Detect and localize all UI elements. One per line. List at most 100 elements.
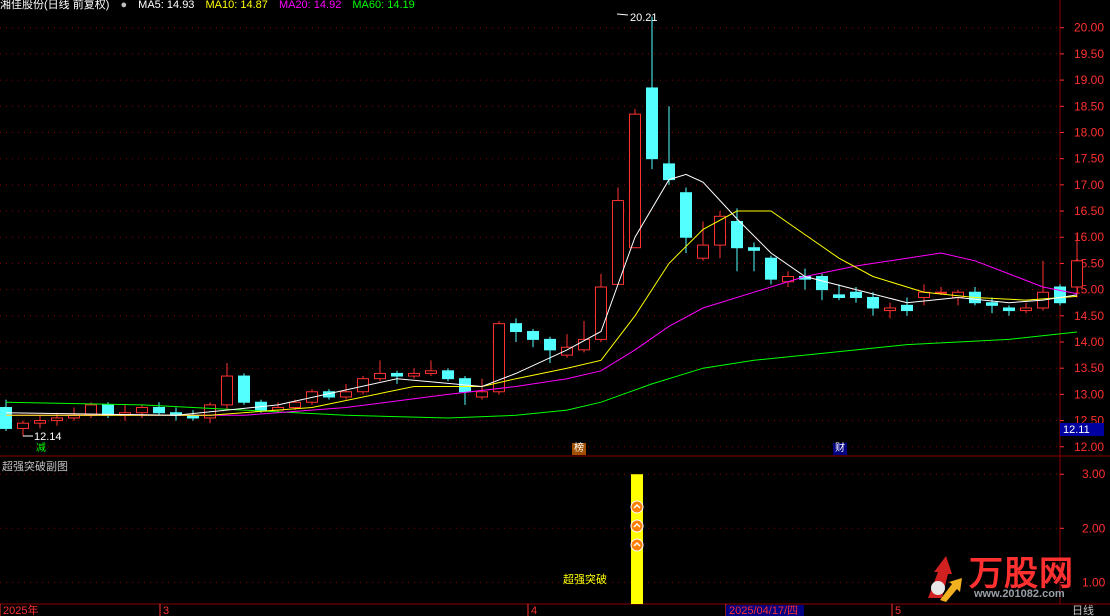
candle[interactable] (765, 255, 777, 285)
x-tick-label: 5 (895, 605, 901, 616)
candle[interactable] (459, 376, 471, 405)
high-label: 20.21 (630, 12, 658, 24)
stock-chart[interactable]: 20.00 19.50 19.00 18.50 18.00 17.50 17.00 16.50… (0, 0, 1110, 616)
candle-body (646, 87, 658, 160)
candle[interactable] (731, 208, 743, 272)
candle[interactable] (578, 321, 590, 353)
candle[interactable] (374, 360, 386, 382)
candle[interactable] (425, 360, 437, 377)
candle[interactable] (238, 373, 250, 405)
candle-body (238, 375, 250, 403)
candle[interactable] (391, 370, 403, 384)
candle[interactable] (476, 378, 488, 400)
candle[interactable] (51, 412, 63, 426)
candle-body (221, 375, 233, 406)
candle-body (34, 420, 46, 424)
candle[interactable] (816, 273, 828, 301)
x-tick-label: 4 (531, 605, 537, 616)
signal-label: 超强突破 (563, 572, 607, 586)
candle[interactable] (510, 318, 522, 342)
price-tick-label: 17.50 (1074, 152, 1104, 166)
arrow-logo-icon (922, 550, 966, 604)
signal-up-icon (630, 500, 644, 514)
x-tick-label: 2025年 (3, 603, 38, 616)
candle[interactable] (34, 415, 46, 429)
candle[interactable] (1003, 305, 1015, 316)
candle[interactable] (782, 271, 794, 287)
price-tick-label: 16.00 (1074, 230, 1104, 244)
ma20-line (6, 252, 1078, 416)
candle-body (697, 244, 709, 259)
sub-tick-label: 3.00 (1082, 467, 1106, 481)
candle[interactable] (1054, 284, 1066, 306)
price-tick-label: 13.50 (1074, 361, 1104, 375)
watermark-url: www.201082.com (974, 588, 1065, 600)
candle-body (663, 163, 675, 181)
high-arrow (616, 13, 629, 16)
candle-body (442, 370, 454, 380)
candle[interactable] (119, 404, 131, 421)
candle-body (17, 422, 29, 429)
candle[interactable] (986, 297, 998, 314)
signal-up-icon (630, 538, 644, 552)
price-tick-label: 13.00 (1074, 387, 1104, 401)
marker-cai[interactable]: 财 (833, 443, 847, 455)
marker-jian[interactable]: 减 (34, 443, 48, 455)
candle-body (289, 401, 301, 408)
marker-bang[interactable]: 榜 (572, 443, 586, 455)
candle-body (510, 323, 522, 333)
candle[interactable] (748, 242, 760, 272)
sub-panel-title: 超强突破副图 (2, 461, 68, 473)
signal-up-icon (630, 519, 644, 533)
candle-body (476, 391, 488, 398)
candle[interactable] (646, 16, 658, 170)
candle[interactable] (408, 368, 420, 379)
candle[interactable] (799, 268, 811, 290)
x-tick-label: 2025/04/17/四 (729, 605, 798, 616)
candle-body (0, 406, 12, 429)
ma5-line (5, 173, 1078, 416)
candle-body (748, 247, 760, 251)
candle-body (816, 276, 828, 291)
candle-body (425, 370, 437, 374)
candle-body (884, 307, 896, 312)
moving-averages (5, 173, 1078, 419)
chart-frame (0, 0, 1110, 605)
low-label: 12.14 (34, 431, 62, 443)
candle[interactable] (153, 402, 165, 416)
candle-body (629, 113, 641, 249)
price-tick-label: 20.00 (1074, 21, 1104, 35)
candle[interactable] (442, 368, 454, 382)
candle[interactable] (136, 404, 148, 418)
candle-body (374, 372, 386, 380)
candle-body (1020, 307, 1032, 312)
watermark: 万股网 www.201082.com (914, 544, 1104, 610)
candle[interactable] (221, 362, 233, 411)
candle-body (986, 302, 998, 306)
price-tick-label: 17.00 (1074, 178, 1104, 192)
candle[interactable] (170, 407, 182, 421)
candle[interactable] (884, 302, 896, 319)
candle[interactable] (17, 420, 29, 437)
candle[interactable] (340, 383, 352, 400)
x-tick-label: 3 (163, 605, 169, 616)
candle[interactable] (867, 292, 879, 316)
candle-body (1071, 260, 1083, 288)
candle[interactable] (901, 297, 913, 316)
candle[interactable] (561, 334, 573, 358)
ma60-line (5, 331, 1078, 419)
price-tick-label: 18.00 (1074, 125, 1104, 139)
candle[interactable] (612, 187, 624, 285)
price-tick-label: 19.50 (1074, 47, 1104, 61)
candle-body (136, 406, 148, 414)
candle[interactable] (527, 328, 539, 348)
price-tick-label: 16.50 (1074, 204, 1104, 218)
candle-body (901, 304, 913, 312)
candle[interactable] (663, 106, 675, 185)
price-tick-label: 19.00 (1074, 73, 1104, 87)
candle[interactable] (1020, 302, 1032, 314)
candle-body (867, 296, 879, 309)
price-tick-label: 14.00 (1074, 335, 1104, 349)
candle[interactable] (629, 108, 641, 249)
candle[interactable] (918, 284, 930, 306)
